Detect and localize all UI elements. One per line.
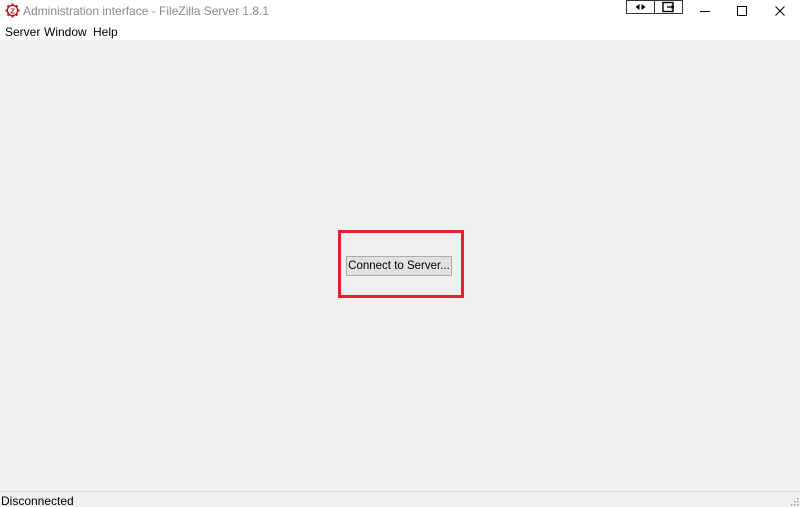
menu-item-server[interactable]: Server (5, 25, 40, 39)
window-title: Administration interface - FileZilla Ser… (23, 4, 270, 18)
filezilla-admin-window: Z Administration interface - FileZilla S… (0, 0, 800, 507)
close-icon (775, 6, 785, 16)
swap-layout-button[interactable] (626, 0, 655, 14)
close-button[interactable] (762, 0, 798, 22)
menu-bar: Server Window Help (0, 22, 800, 40)
title-bar[interactable]: Z Administration interface - FileZilla S… (0, 0, 800, 22)
resize-grip-icon[interactable] (789, 496, 799, 506)
maximize-button[interactable] (724, 0, 760, 22)
swap-arrows-icon (635, 4, 646, 10)
exit-button[interactable] (654, 0, 683, 14)
svg-text:Z: Z (10, 6, 15, 15)
menu-item-help[interactable]: Help (93, 25, 118, 39)
exit-box-icon (662, 1, 675, 13)
maximize-icon (737, 6, 747, 16)
minimize-icon (700, 11, 710, 12)
minimize-button[interactable] (687, 0, 723, 22)
menu-item-window[interactable]: Window (44, 25, 87, 39)
filezilla-server-icon: Z (5, 3, 20, 18)
main-content-area: Connect to Server... (0, 40, 800, 491)
connect-to-server-button[interactable]: Connect to Server... (346, 256, 452, 276)
connection-status: Disconnected (1, 494, 74, 507)
status-bar: Disconnected (0, 491, 800, 507)
